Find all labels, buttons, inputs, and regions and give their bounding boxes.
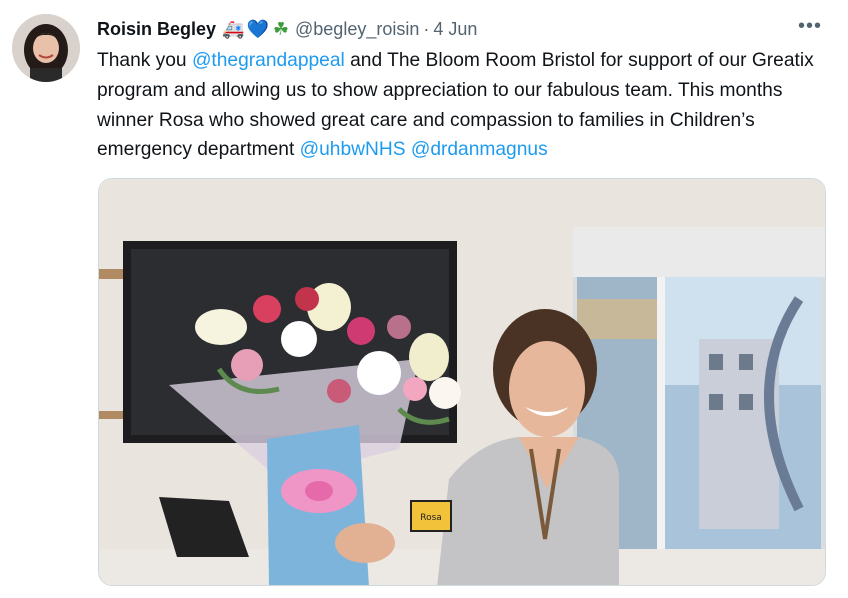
mention-uhbwnhs[interactable]: @uhbwNHS xyxy=(300,139,406,160)
author-avatar[interactable] xyxy=(12,14,80,82)
more-options-icon[interactable]: ••• xyxy=(796,16,824,40)
mention-thegrandappeal[interactable]: @thegrandappeal xyxy=(192,50,345,71)
author-handle[interactable]: @begley_roisin xyxy=(295,19,419,40)
name-badge-text: Rosa xyxy=(420,513,442,523)
ambulance-icon: 🚑 xyxy=(222,18,245,40)
tweet-date[interactable]: 4 Jun xyxy=(433,19,477,40)
photo-illustration: Rosa xyxy=(99,179,825,585)
mention-drdanmagnus[interactable]: @drdanmagnus xyxy=(411,139,548,160)
tweet-text-part: Thank you xyxy=(97,50,192,71)
tweet-text: Thank you @thegrandappeal and The Bloom … xyxy=(97,46,825,165)
blue-heart-icon: 💙 xyxy=(246,18,269,40)
tweet-photo[interactable]: Rosa xyxy=(98,178,826,586)
shamrock-icon: ☘ xyxy=(272,18,290,40)
avatar-image xyxy=(12,14,80,82)
tweet: Roisin Begley 🚑 💙 ☘ @begley_roisin · 4 J… xyxy=(0,0,848,598)
separator-dot: · xyxy=(423,18,430,39)
tweet-header: Roisin Begley 🚑 💙 ☘ @begley_roisin · 4 J… xyxy=(97,15,828,43)
author-name[interactable]: Roisin Begley xyxy=(97,19,216,40)
